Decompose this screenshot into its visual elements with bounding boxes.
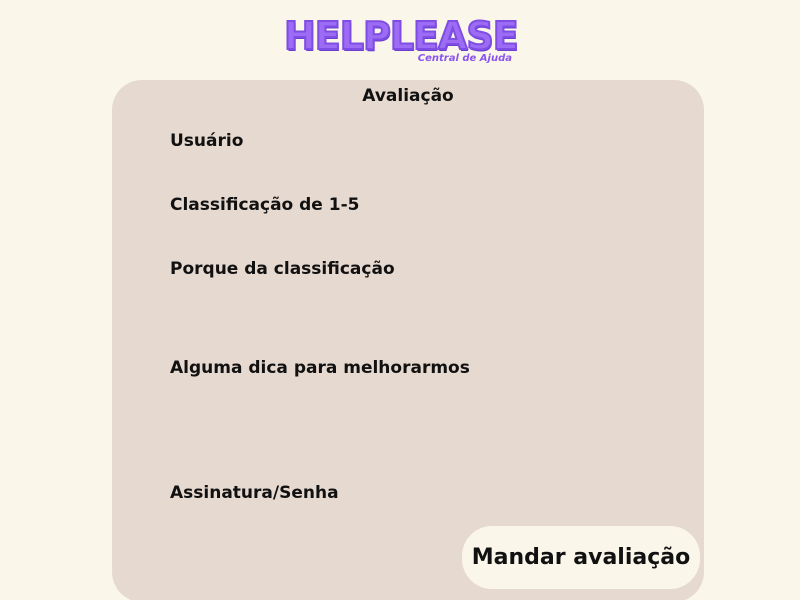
review-form-card: Avaliação Usuário Classificação de 1-5 P… [112,80,704,600]
submit-review-button[interactable]: Mandar avaliação [462,526,700,589]
logo-title: HELPLEASE [283,13,520,59]
logo-subtitle: Central de Ajuda [417,53,512,64]
signature-field-label[interactable]: Assinatura/Senha [170,483,339,503]
reason-field-label[interactable]: Porque da classificação [170,259,395,279]
user-field-label[interactable]: Usuário [170,131,243,151]
page: HELPLEASE Central de Ajuda Avaliação Usu… [0,0,800,600]
helplease-logo: HELPLEASE Central de Ajuda [283,13,520,70]
tip-field-label[interactable]: Alguma dica para melhorarmos [170,358,470,378]
form-title: Avaliação [362,86,454,106]
rating-field-label[interactable]: Classificação de 1-5 [170,195,359,215]
